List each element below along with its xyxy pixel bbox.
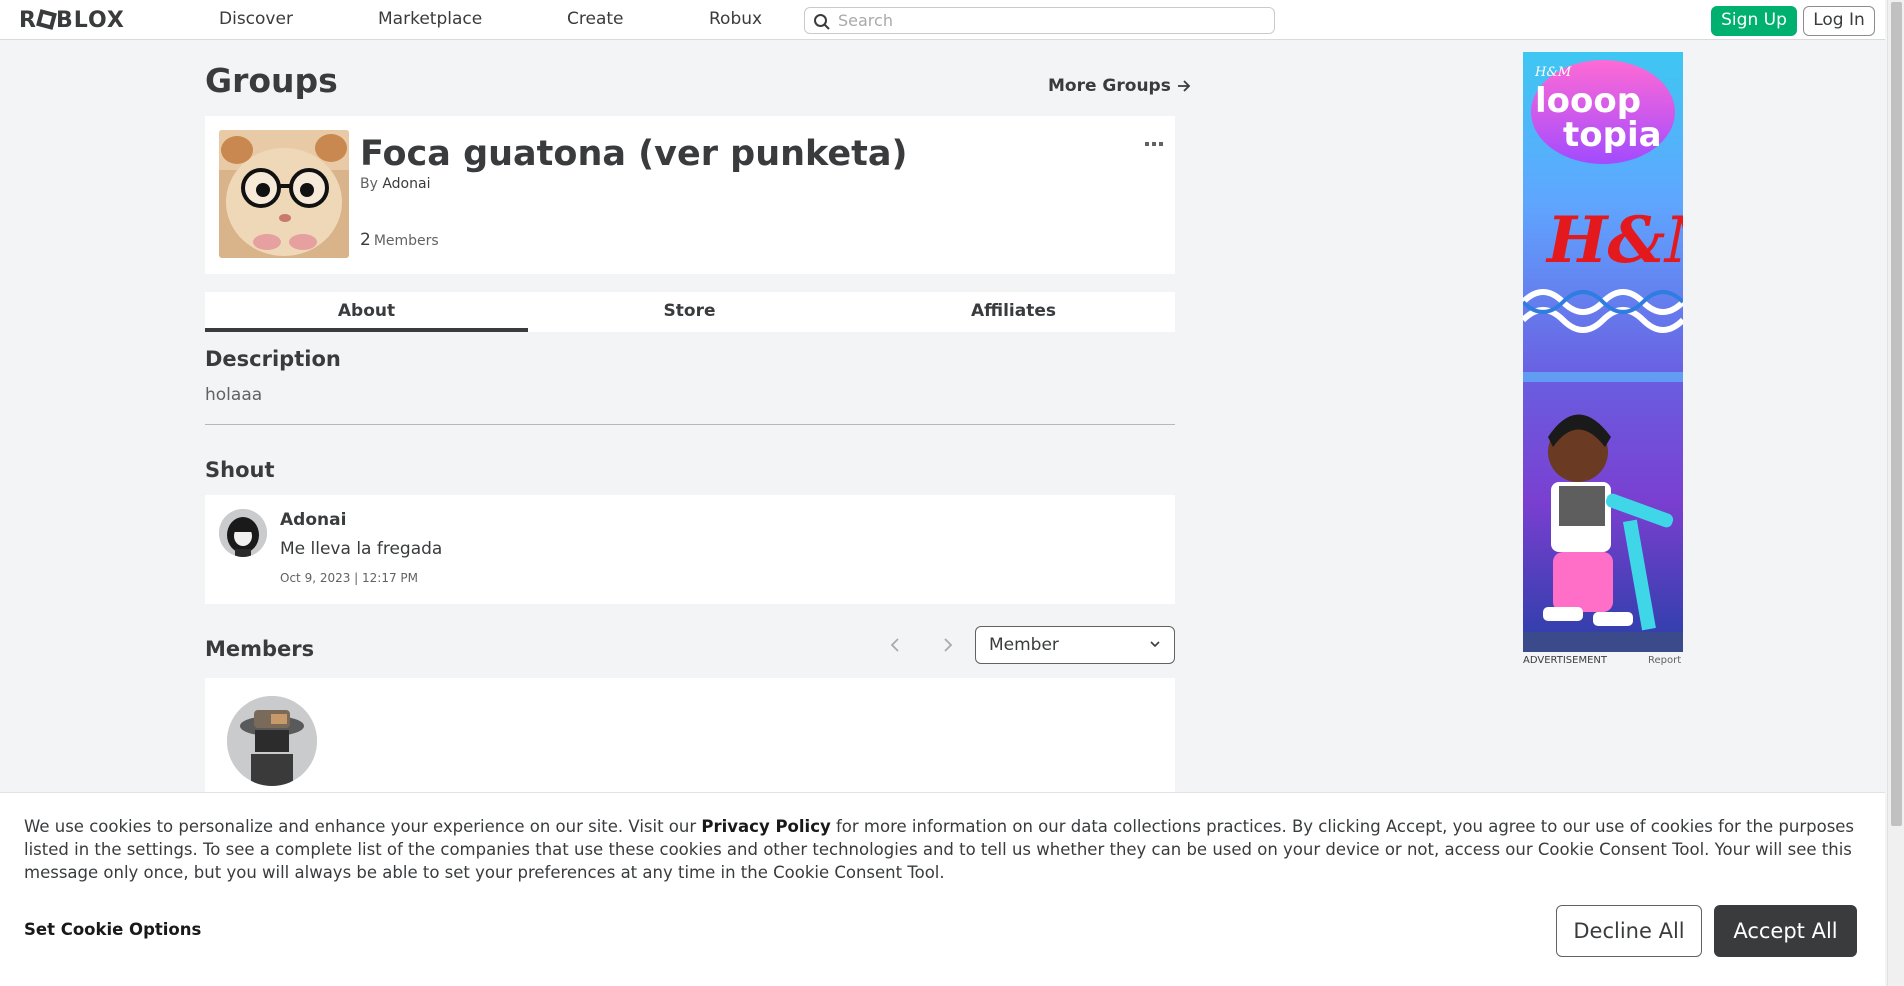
nav-discover[interactable]: Discover — [219, 9, 293, 29]
cookie-message: We use cookies to personalize and enhanc… — [24, 815, 1864, 884]
advertisement-label: ADVERTISEMENT — [1523, 655, 1608, 666]
search-box[interactable] — [804, 7, 1275, 34]
privacy-policy-link[interactable]: Privacy Policy — [701, 817, 830, 836]
role-dropdown-value: Member — [989, 635, 1059, 655]
scrollbar-thumb[interactable] — [1891, 2, 1902, 826]
cookie-text-before: We use cookies to personalize and enhanc… — [24, 817, 702, 836]
shout-date: Oct 9, 2023 | 12:17 PM — [280, 571, 419, 585]
members-heading: Members — [205, 637, 315, 661]
member-count-label: Members — [373, 233, 439, 249]
more-groups-label: More Groups — [1048, 76, 1171, 96]
arrow-right-icon — [1177, 80, 1191, 92]
shout-card: Adonai Me lleva la fregada Oct 9, 2023 |… — [205, 495, 1175, 604]
description-text: holaaa — [205, 385, 263, 405]
previous-page-icon[interactable] — [889, 634, 901, 658]
ad-brand-big: H&M — [1545, 203, 1683, 278]
tab-affiliates[interactable]: Affiliates — [852, 292, 1175, 332]
group-owner-link[interactable]: Adonai — [382, 176, 430, 192]
divider — [205, 424, 1175, 425]
tab-store[interactable]: Store — [528, 292, 851, 332]
shout-user-name[interactable]: Adonai — [280, 510, 346, 530]
chevron-down-icon — [1150, 641, 1160, 648]
group-tabs: About Store Affiliates — [205, 292, 1175, 332]
top-navigation-bar: R BLOX Discover Marketplace Create Robux … — [0, 0, 1885, 40]
next-page-icon[interactable] — [942, 634, 954, 658]
nav-marketplace[interactable]: Marketplace — [378, 9, 482, 29]
group-emblem — [219, 130, 349, 258]
sign-up-button[interactable]: Sign Up — [1711, 6, 1797, 36]
ad-headline-2: topia — [1563, 115, 1662, 155]
roblox-logo[interactable]: R BLOX — [19, 8, 125, 33]
advertisement-banner[interactable]: H&M looop topia H&M — [1523, 52, 1683, 652]
shout-heading: Shout — [205, 458, 275, 482]
member-count: 2 Members — [360, 230, 439, 250]
search-icon — [814, 14, 830, 30]
shout-user-avatar[interactable] — [219, 509, 267, 557]
log-in-button[interactable]: Log In — [1803, 6, 1875, 36]
group-name: Foca guatona (ver punketa) — [360, 134, 908, 174]
description-heading: Description — [205, 347, 341, 371]
group-header-card: Foca guatona (ver punketa) By Adonai 2 Me… — [205, 116, 1175, 274]
decline-all-button[interactable]: Decline All — [1556, 905, 1702, 957]
accept-all-button[interactable]: Accept All — [1714, 905, 1857, 957]
role-dropdown[interactable]: Member — [975, 626, 1175, 664]
ad-brand-small: H&M — [1534, 65, 1572, 80]
member-avatar[interactable] — [227, 696, 317, 786]
set-cookie-options-link[interactable]: Set Cookie Options — [24, 920, 201, 939]
more-options-icon[interactable] — [1145, 132, 1163, 153]
by-label: By — [360, 176, 378, 192]
page-title: Groups — [205, 61, 338, 100]
search-input[interactable] — [838, 10, 1258, 31]
more-groups-link[interactable]: More Groups — [1048, 76, 1191, 96]
report-ad-link[interactable]: Report — [1648, 655, 1681, 666]
members-card — [205, 678, 1175, 798]
cookie-consent-banner: We use cookies to personalize and enhanc… — [0, 792, 1885, 986]
page-scrollbar[interactable] — [1887, 0, 1904, 986]
group-owner-line: By Adonai — [360, 176, 430, 192]
nav-robux[interactable]: Robux — [709, 9, 762, 29]
shout-message: Me lleva la fregada — [280, 539, 443, 559]
nav-create[interactable]: Create — [567, 9, 624, 29]
tab-about[interactable]: About — [205, 292, 528, 332]
member-count-value: 2 — [360, 230, 371, 250]
